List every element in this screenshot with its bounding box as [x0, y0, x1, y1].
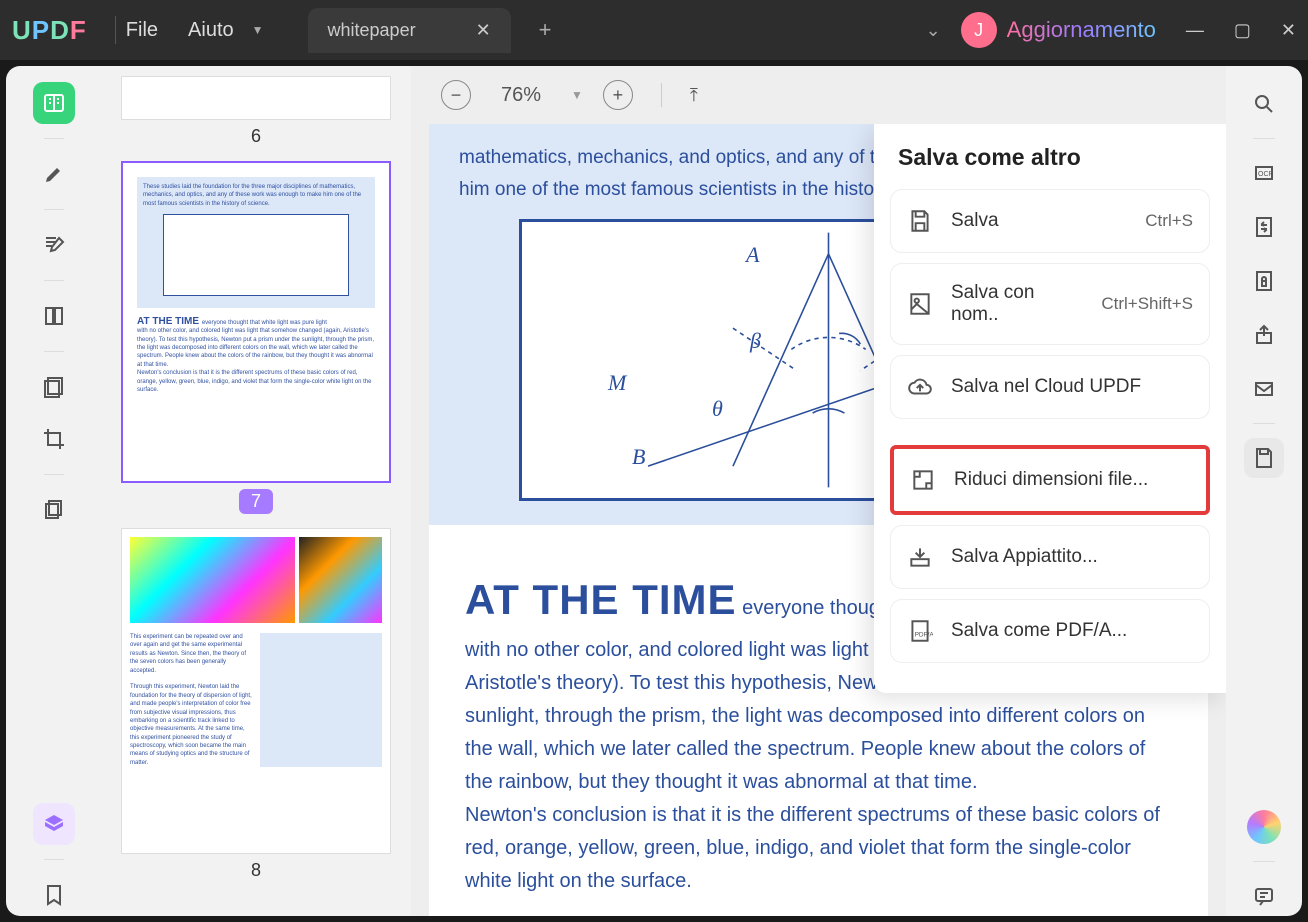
- save-pdfa-button[interactable]: PDF/A Salva come PDF/A...: [890, 599, 1210, 663]
- thumbnail-page-8[interactable]: This experiment can be repeated over and…: [121, 528, 391, 854]
- window-maximize-icon[interactable]: ▢: [1234, 20, 1251, 41]
- upgrade-link[interactable]: Aggiornamento: [1007, 17, 1156, 43]
- page-number-6: 6: [121, 126, 391, 147]
- convert-icon[interactable]: [1244, 207, 1284, 247]
- edit-icon[interactable]: [33, 224, 75, 266]
- app-logo: UPDF: [12, 15, 87, 46]
- svg-text:PDF/A: PDF/A: [915, 631, 933, 638]
- highlight-icon[interactable]: [33, 153, 75, 195]
- tab-dropdown-icon[interactable]: ▼: [240, 15, 276, 45]
- save-button[interactable]: SalvaCtrl+S: [890, 189, 1210, 253]
- menu-file[interactable]: File: [126, 19, 158, 42]
- save-as-other-panel: Salva come altro SalvaCtrl+S Salva con n…: [874, 124, 1226, 693]
- save-panel-title: Salva come altro: [890, 144, 1210, 171]
- window-close-icon[interactable]: ✕: [1281, 20, 1296, 41]
- batch-icon[interactable]: [33, 489, 75, 531]
- svg-text:OCR: OCR: [1258, 171, 1274, 178]
- bookmark-icon[interactable]: [33, 874, 75, 916]
- crop-icon[interactable]: [33, 418, 75, 460]
- thumbnail-panel: 6 These studies laid the foundation for …: [101, 66, 411, 916]
- zoom-in-icon[interactable]: +: [603, 80, 633, 110]
- tab-overflow-icon[interactable]: ⌄: [906, 20, 961, 41]
- search-icon[interactable]: [1244, 84, 1284, 124]
- pages-icon[interactable]: [33, 295, 75, 337]
- tab-title: whitepaper: [328, 20, 416, 41]
- document-tab[interactable]: whitepaper ✕: [308, 8, 511, 53]
- save-flattened-button[interactable]: Salva Appiattito...: [890, 525, 1210, 589]
- avatar[interactable]: J: [961, 12, 997, 48]
- save-as-button[interactable]: Salva con nom..Ctrl+Shift+S: [890, 263, 1210, 345]
- page-number-8: 8: [121, 860, 391, 881]
- email-icon[interactable]: [1244, 369, 1284, 409]
- tab-add-icon[interactable]: +: [523, 9, 568, 51]
- zoom-dropdown-icon[interactable]: ▼: [571, 88, 583, 102]
- zoom-out-icon[interactable]: −: [441, 80, 471, 110]
- comment-icon[interactable]: [1244, 876, 1284, 916]
- share-icon[interactable]: [1244, 315, 1284, 355]
- reader-mode-icon[interactable]: [33, 82, 75, 124]
- reduce-file-size-button[interactable]: Riduci dimensioni file...: [890, 445, 1210, 515]
- window-minimize-icon[interactable]: —: [1186, 20, 1204, 41]
- thumbnail-page-7[interactable]: These studies laid the foundation for th…: [121, 161, 391, 483]
- tab-close-icon[interactable]: ✕: [476, 20, 491, 41]
- zoom-level: 76%: [501, 84, 541, 107]
- page-number-7: 7: [239, 489, 273, 514]
- ocr-icon[interactable]: OCR: [1244, 153, 1284, 193]
- organize-icon[interactable]: [33, 366, 75, 408]
- thumbnail-page-6[interactable]: [121, 76, 391, 120]
- doc-body-2: Newton's conclusion is that it is the di…: [465, 804, 1160, 892]
- doc-heading: AT THE TIME: [465, 576, 737, 623]
- ai-icon[interactable]: [1244, 807, 1284, 847]
- save-cloud-button[interactable]: Salva nel Cloud UPDF: [890, 355, 1210, 419]
- menu-help[interactable]: Aiuto: [188, 19, 234, 42]
- protect-icon[interactable]: [1244, 261, 1284, 301]
- scroll-top-icon[interactable]: ⤒: [690, 85, 698, 106]
- layers-icon[interactable]: [33, 803, 75, 845]
- save-other-icon[interactable]: [1244, 438, 1284, 478]
